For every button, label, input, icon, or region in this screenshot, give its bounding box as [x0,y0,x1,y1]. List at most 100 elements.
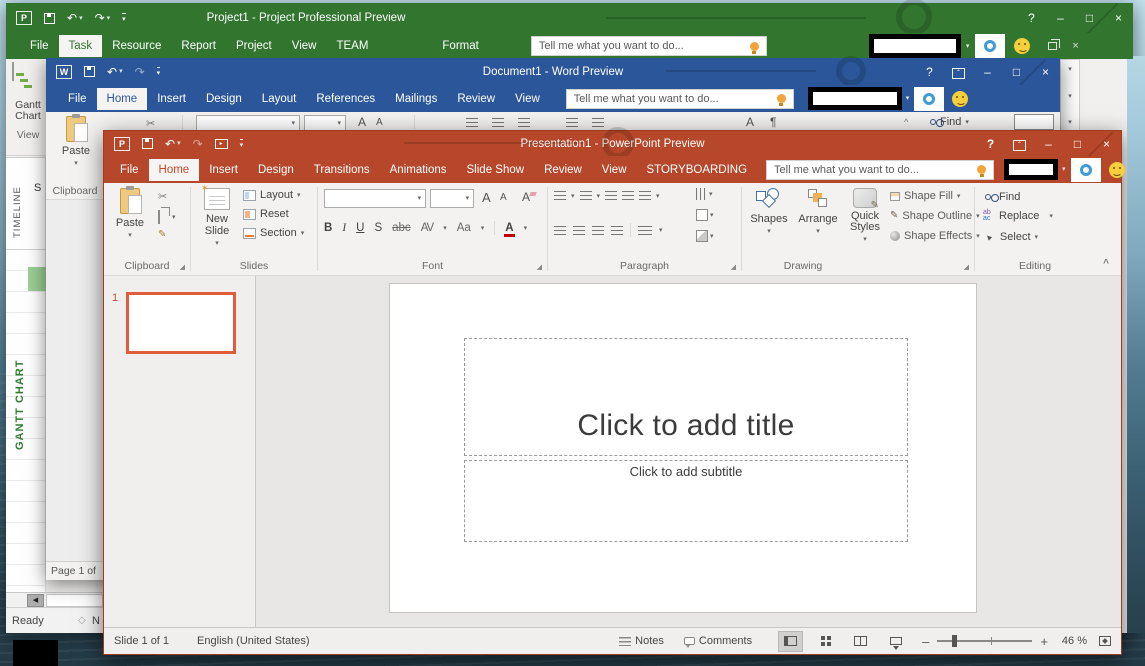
numbering-icon[interactable] [492,118,504,128]
gantt-sheet[interactable]: GANTT CHART [6,250,46,592]
align-text-button[interactable]: ▾ [696,209,714,221]
redo-button[interactable]: ↷ ▾ [95,11,111,25]
decrease-indent-icon[interactable] [566,118,578,128]
project-titlebar[interactable]: P ↶ ▾ ↷ ▾ ▾ Project1 - Project Professiona… [6,0,1133,36]
reset-button[interactable]: Reset [243,208,289,220]
clear-formatting-icon[interactable]: A [522,190,530,204]
tell-me-search-input[interactable]: Tell me what you want to do... [766,159,995,180]
tab-animations[interactable]: Animations [380,159,457,181]
feedback-smiley-icon[interactable] [952,90,969,107]
tab-resource[interactable]: Resource [102,35,171,57]
align-right-icon[interactable] [592,225,604,235]
close-button[interactable]: × [1031,65,1060,79]
find-button[interactable]: Find [985,191,1020,203]
chevron-down-icon[interactable]: ▾ [1068,66,1072,73]
slide-show-button[interactable] [883,631,908,652]
shrink-font-icon[interactable]: A [500,192,507,203]
format-painter-icon[interactable]: ✎ [158,229,166,240]
slide[interactable]: Click to add title Click to add subtitle [389,283,977,613]
feedback-smiley-icon[interactable] [1014,38,1031,54]
page-indicator[interactable]: Page 1 of [51,565,96,577]
save-icon[interactable] [142,138,153,149]
tab-format-contextual[interactable]: Format [426,35,494,57]
minimize-button[interactable]: – [1034,137,1063,151]
redacted-account-name[interactable] [868,34,961,58]
clipboard-dialog-launcher[interactable]: ◢ [180,263,185,271]
reading-view-button[interactable] [848,631,873,652]
account-dropdown-icon[interactable]: ▾ [906,95,910,102]
customize-qat-icon[interactable]: ▾ [156,66,161,77]
maximize-button[interactable]: □ [1075,11,1104,25]
fit-slide-to-window-icon[interactable] [1099,636,1111,646]
redo-icon[interactable]: ↷ [135,65,145,79]
chevron-down-icon[interactable]: ▾ [1068,93,1072,100]
chevron-down-icon[interactable]: ▾ [172,214,176,221]
paragraph-mark-icon[interactable]: ¶ [770,115,776,129]
find-button[interactable]: Find ▾ [930,116,969,128]
tab-view[interactable]: View [282,35,327,57]
drawing-dialog-launcher[interactable]: ◢ [964,263,969,271]
close-button[interactable]: × [1104,11,1133,25]
zoom-level[interactable]: 46 % [1062,635,1087,647]
ribbon-display-options-button[interactable]: ˆ [1005,137,1034,151]
help-button[interactable]: ? [976,137,1005,151]
tell-me-search-input[interactable]: Tell me what you want to do... [565,88,794,109]
replace-button[interactable]: ab Replace ▾ [983,209,1053,222]
tab-design[interactable]: Design [248,159,304,181]
maximize-button[interactable]: □ [1063,137,1092,151]
tab-project[interactable]: Project [226,35,282,57]
tab-storyboarding[interactable]: STORYBOARDING [637,159,758,181]
ribbon-scroll-up-icon[interactable]: ^ [904,117,908,127]
timeline-pane[interactable]: TIMELINE S [6,157,46,250]
text-shadow-button[interactable]: S [374,222,382,234]
paste-button[interactable]: Paste ▾ [56,114,96,167]
language-indicator[interactable]: English (United States) [197,635,310,647]
feedback-smiley-icon[interactable] [1108,161,1125,178]
tab-file[interactable]: File [20,35,59,57]
tab-file[interactable]: File [110,159,149,181]
save-icon[interactable] [84,66,95,77]
shrink-font-icon[interactable]: A [376,117,383,128]
sort-icon[interactable]: A [746,115,754,129]
font-dialog-launcher[interactable]: ◢ [537,263,542,271]
undo-button[interactable]: ↶ ▾ [165,137,181,151]
horizontal-scrollbar[interactable]: ◀ [6,592,103,607]
tab-team[interactable]: TEAM [326,35,378,57]
character-spacing-button[interactable]: AV [421,222,434,234]
close-button[interactable]: × [1092,137,1121,151]
save-icon[interactable] [44,12,55,24]
zoom-out-button[interactable]: – [922,634,929,649]
tab-home-active[interactable]: Home [148,158,200,181]
undo-button[interactable]: ↶ ▾ [107,65,123,79]
collapse-ribbon-button[interactable]: ^ [1103,258,1109,269]
help-button[interactable]: ? [915,65,944,79]
gantt-chart-view-icon[interactable] [12,62,14,81]
tab-layout[interactable]: Layout [252,88,307,110]
tab-slide-show[interactable]: Slide Show [457,159,535,181]
zoom-in-button[interactable]: + [1040,634,1048,649]
shapes-button[interactable]: Shapes ▾ [746,188,792,235]
decrease-indent-icon[interactable] [605,191,618,202]
tab-review[interactable]: Review [447,88,505,110]
bullets-icon[interactable] [466,118,478,128]
scrollbar-thumb[interactable] [46,594,103,607]
section-button[interactable]: Section ▾ [243,227,304,239]
multilevel-list-icon[interactable] [518,118,530,128]
underline-button[interactable]: U [356,222,364,234]
increase-indent-icon[interactable] [592,118,604,128]
undo-button[interactable]: ↶ ▾ [67,11,83,25]
change-case-button[interactable]: Aa [457,222,471,234]
restore-icon[interactable] [1048,39,1061,50]
tab-review[interactable]: Review [534,159,592,181]
scroll-left-button[interactable]: ◀ [27,594,44,607]
shape-fill-button[interactable]: Shape Fill ▾ [890,190,960,202]
font-color-button[interactable]: A [504,222,515,237]
zoom-slider[interactable] [937,635,1033,647]
maximize-button[interactable]: □ [1002,65,1031,79]
cut-icon[interactable]: ✂ [146,117,155,130]
increase-indent-icon[interactable] [622,191,635,202]
select-button[interactable]: ► Select ▾ [983,231,1038,243]
cortana-icon[interactable] [1070,157,1101,182]
redacted-account-name[interactable] [1004,159,1059,180]
help-button[interactable]: ? [1017,11,1046,25]
